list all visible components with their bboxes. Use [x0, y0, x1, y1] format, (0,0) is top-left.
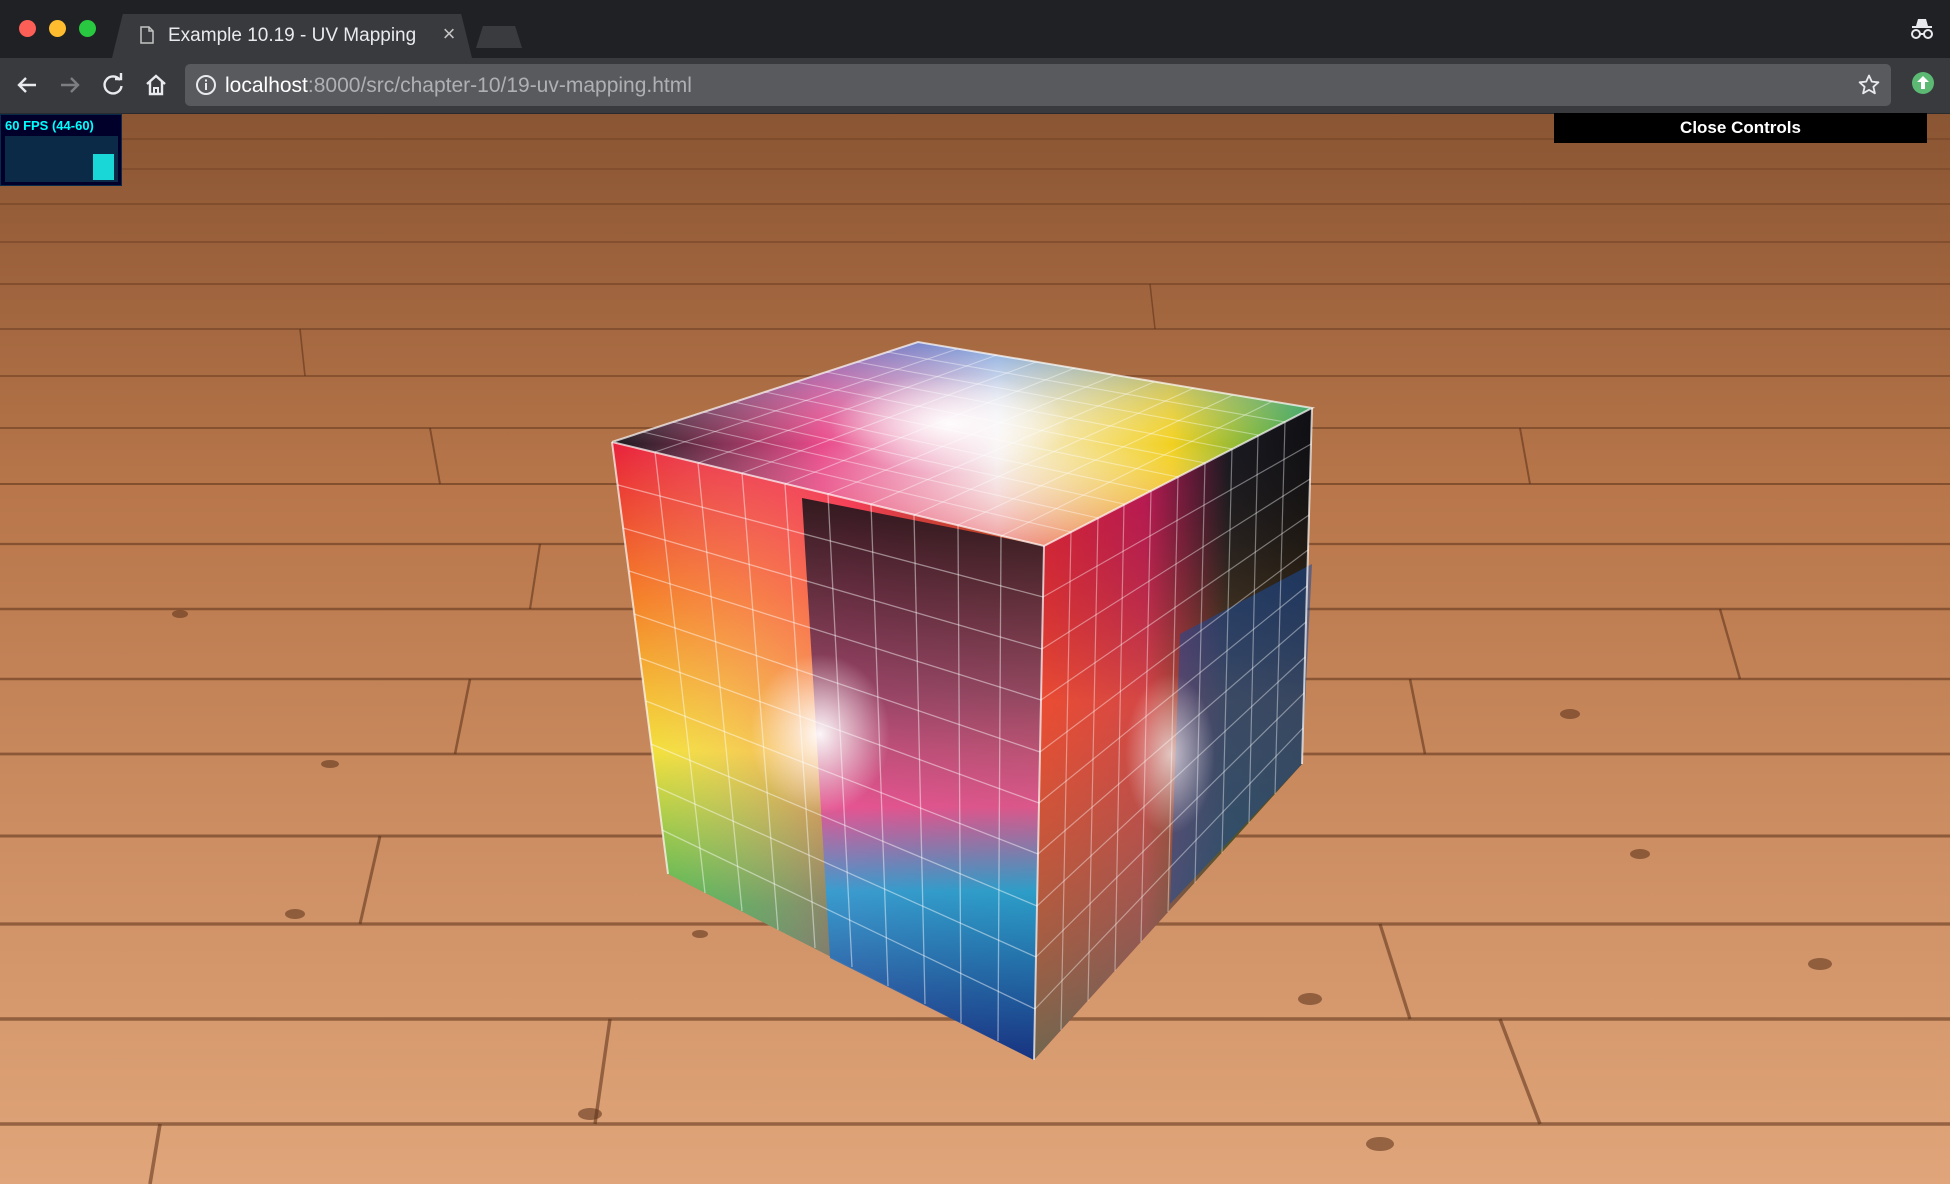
url-host: localhost	[225, 74, 308, 97]
close-controls-button[interactable]: Close Controls	[1554, 113, 1927, 143]
back-arrow-icon	[17, 77, 36, 93]
extension-update-icon[interactable]	[1911, 71, 1935, 95]
document-icon	[140, 26, 154, 44]
tab-active[interactable]: Example 10.19 - UV Mapping ×	[112, 14, 472, 58]
reload-button[interactable]	[98, 70, 128, 100]
webgl-canvas[interactable]	[0, 114, 1950, 1184]
tab-close-icon[interactable]: ×	[438, 23, 460, 45]
browser-title-bar: Example 10.19 - UV Mapping ×	[0, 0, 1950, 58]
home-button[interactable]	[141, 70, 171, 100]
fps-graph-bar	[93, 154, 114, 180]
back-button[interactable]	[12, 70, 42, 100]
tab-title: Example 10.19 - UV Mapping	[168, 25, 417, 46]
fps-label: 60 FPS (44-60)	[5, 118, 94, 133]
new-tab-button[interactable]	[476, 26, 522, 48]
browser-toolbar: localhost:8000/src/chapter-10/19-uv-mapp…	[0, 58, 1950, 114]
url-path: :8000/src/chapter-10/19-uv-mapping.html	[307, 74, 692, 97]
minimize-window-button[interactable]	[49, 20, 66, 37]
fps-stats-panel[interactable]: 60 FPS (44-60)	[0, 114, 122, 186]
url-text: localhost:8000/src/chapter-10/19-uv-mapp…	[225, 74, 692, 98]
fps-graph	[5, 136, 118, 182]
home-icon	[146, 74, 166, 96]
scene-render	[0, 114, 1950, 1184]
forward-button[interactable]	[55, 70, 85, 100]
incognito-icon	[1911, 19, 1933, 39]
maximize-window-button[interactable]	[79, 20, 96, 37]
reload-icon	[103, 73, 123, 95]
info-icon[interactable]	[195, 74, 217, 96]
close-window-button[interactable]	[19, 20, 36, 37]
bookmark-star-icon[interactable]	[1857, 73, 1881, 97]
forward-arrow-icon	[61, 77, 80, 93]
address-bar[interactable]: localhost:8000/src/chapter-10/19-uv-mapp…	[185, 64, 1891, 106]
